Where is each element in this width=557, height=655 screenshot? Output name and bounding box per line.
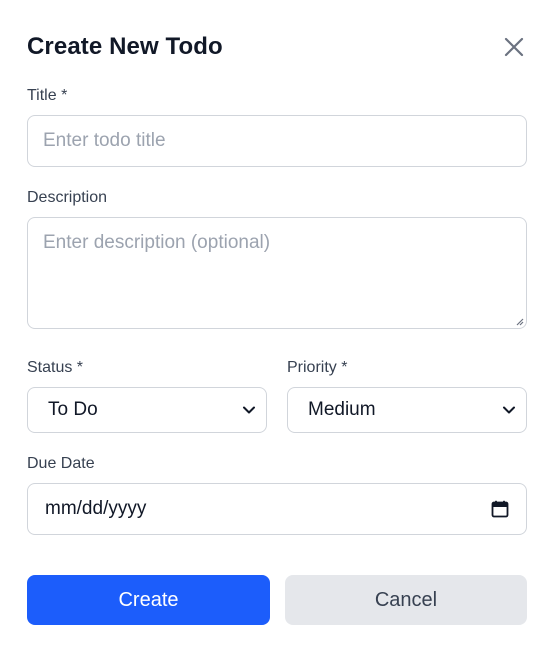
chevron-down-icon — [243, 406, 255, 414]
resize-handle-icon[interactable] — [515, 317, 524, 326]
chevron-down-icon — [503, 406, 515, 414]
create-button[interactable]: Create — [27, 575, 270, 625]
close-button[interactable] — [501, 34, 527, 60]
priority-selected-value: Medium — [308, 399, 376, 420]
modal-header: Create New Todo — [27, 30, 527, 64]
due-date-input[interactable]: mm/dd/yyyy — [27, 483, 527, 535]
description-textarea[interactable] — [27, 217, 527, 329]
due-date-placeholder: mm/dd/yyyy — [45, 498, 147, 519]
create-todo-modal: Create New Todo Title * Description Stat… — [0, 0, 557, 655]
title-input[interactable] — [27, 115, 527, 167]
status-select[interactable]: To Do — [27, 387, 267, 433]
modal-title: Create New Todo — [27, 33, 223, 60]
priority-select[interactable]: Medium — [287, 387, 527, 433]
cancel-button[interactable]: Cancel — [285, 575, 527, 625]
priority-label: Priority * — [287, 359, 348, 376]
description-label: Description — [27, 189, 108, 206]
title-label: Title * — [27, 87, 68, 104]
calendar-icon[interactable] — [491, 500, 509, 518]
close-icon — [504, 37, 524, 57]
status-selected-value: To Do — [48, 399, 98, 420]
due-date-label: Due Date — [27, 455, 95, 472]
status-label: Status * — [27, 359, 84, 376]
